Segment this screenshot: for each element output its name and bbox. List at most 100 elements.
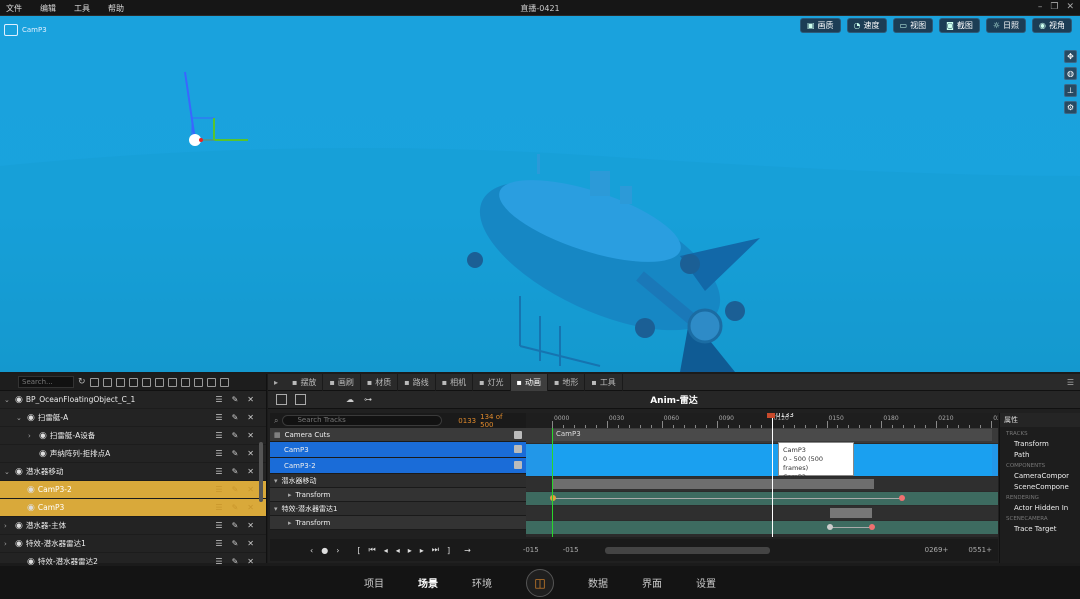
tab-1[interactable]: ▪ 画刷 — [323, 373, 361, 391]
screenshot-button[interactable]: ◙ 截图 — [939, 18, 980, 33]
step-forward-icon[interactable]: ▸ — [420, 546, 424, 555]
visibility-icon[interactable]: ◉ — [15, 467, 23, 477]
collapse-icon[interactable]: ▾ — [274, 505, 278, 513]
toolbar-icon[interactable] — [89, 377, 99, 387]
list-icon[interactable]: ☰ — [215, 521, 222, 530]
axis-icon[interactable]: ⊥ — [1064, 84, 1077, 97]
radar-section[interactable] — [830, 508, 872, 518]
outliner-search-input[interactable]: Search... — [18, 376, 74, 388]
expand-icon[interactable]: ⌄ — [16, 414, 24, 422]
outliner-scrollbar[interactable] — [259, 442, 263, 502]
nav-data[interactable]: 数据 — [588, 575, 608, 590]
visibility-icon[interactable]: ◉ — [15, 395, 23, 405]
menu-icon[interactable]: ☰ — [1067, 378, 1074, 387]
move-icon[interactable]: ✥ — [1064, 50, 1077, 63]
tab-4[interactable]: ▪ 相机 — [436, 373, 474, 391]
toolbar-icon[interactable] — [102, 377, 112, 387]
edit-icon[interactable]: ✎ — [232, 521, 239, 530]
outliner-row[interactable]: ◉ CamP3 ☰ ✎ ✕ — [0, 499, 266, 517]
properties-item[interactable]: Trace Target — [1000, 522, 1080, 533]
toolbar-icon[interactable] — [219, 377, 229, 387]
perspective-button[interactable]: ◉ 视角 — [1032, 18, 1072, 33]
minimize-icon[interactable]: – — [1038, 2, 1043, 12]
expand-icon[interactable]: ▸ — [288, 519, 292, 527]
toolbar-icon[interactable] — [141, 377, 151, 387]
nav-project[interactable]: 项目 — [364, 575, 384, 590]
time-ruler[interactable]: 000000300060009001200150018002100240 — [526, 413, 998, 428]
delete-icon[interactable]: ✕ — [247, 413, 254, 422]
next-icon[interactable]: › — [336, 546, 339, 555]
restore-icon[interactable]: ❐ — [1050, 2, 1058, 12]
list-icon[interactable]: ☰ — [215, 503, 222, 512]
expand-icon[interactable]: ▸ — [288, 491, 292, 499]
range-scrubber[interactable] — [605, 547, 770, 554]
nav-environment[interactable]: 环境 — [472, 575, 492, 590]
list-icon[interactable]: ☰ — [215, 395, 222, 404]
toolbar-icon[interactable] — [115, 377, 125, 387]
delete-icon[interactable]: ✕ — [247, 485, 254, 494]
sunlight-button[interactable]: ☼ 日照 — [985, 18, 1027, 33]
outliner-row[interactable]: › ◉ 扫雷艇-A设备 ☰ ✎ ✕ — [0, 427, 266, 445]
prev-icon[interactable]: ‹ — [310, 546, 313, 555]
list-icon[interactable]: ☰ — [215, 485, 222, 494]
outliner-row[interactable]: ⌄ ◉ BP_OceanFloatingObject_C_1 ☰ ✎ ✕ — [0, 391, 266, 409]
list-icon[interactable]: ☰ — [215, 467, 222, 476]
edit-icon[interactable]: ✎ — [232, 467, 239, 476]
expand-icon[interactable]: ⌄ — [4, 468, 12, 476]
outliner-row[interactable]: ⌄ ◉ 潜水器移动 ☰ ✎ ✕ — [0, 463, 266, 481]
visibility-icon[interactable]: ◉ — [27, 557, 35, 567]
playhead-handle[interactable] — [767, 413, 775, 418]
track-row[interactable]: CamP3 — [270, 442, 526, 458]
visibility-icon[interactable]: ◉ — [15, 521, 23, 531]
bracket-icon[interactable]: ] — [447, 546, 450, 555]
expand-icon[interactable]: › — [28, 432, 36, 440]
tab-2[interactable]: ▪ 材质 — [361, 373, 399, 391]
3d-viewport[interactable]: CamP3 ▣ 画质 ◔ 速度 ▭ 视图 ◙ 截图 ☼ 日照 ◉ 视角 ✥ ◍ ⊥ ⚙ — [0, 16, 1080, 372]
nav-settings[interactable]: 设置 — [696, 575, 716, 590]
playhead[interactable] — [772, 413, 773, 537]
toolbar-icon[interactable] — [167, 377, 177, 387]
nav-scene[interactable]: 场景 — [418, 575, 438, 590]
visibility-icon[interactable]: ◉ — [39, 449, 47, 459]
outliner-row[interactable]: ◉ CamP3-2 ☰ ✎ ✕ — [0, 481, 266, 499]
logo-icon[interactable]: ◫ — [526, 568, 554, 597]
step-back-icon[interactable]: ◂ — [384, 546, 388, 555]
list-icon[interactable]: ☰ — [215, 413, 222, 422]
track-options-icon[interactable] — [514, 431, 522, 439]
properties-item[interactable]: Actor Hidden In — [1000, 501, 1080, 512]
delete-icon[interactable]: ✕ — [247, 467, 254, 476]
toolbar-icon[interactable] — [180, 377, 190, 387]
toolbar-icon[interactable] — [128, 377, 138, 387]
arrow-right-icon[interactable]: → — [464, 546, 471, 555]
delete-icon[interactable]: ✕ — [247, 449, 254, 458]
edit-icon[interactable]: ✎ — [232, 395, 239, 404]
expand-icon[interactable]: › — [4, 522, 12, 530]
toolbar-icon[interactable] — [193, 377, 203, 387]
edit-icon[interactable]: ✎ — [232, 557, 239, 566]
play-icon[interactable]: ▸ — [408, 546, 412, 555]
timeline[interactable]: 000000300060009001200150018002100240 Cam… — [526, 413, 998, 537]
bracket-icon[interactable]: [ — [357, 546, 360, 555]
go-end-icon[interactable]: ⏭ — [432, 545, 439, 555]
track-row[interactable]: ▦ Camera Cuts — [270, 428, 526, 442]
tab-7[interactable]: ▪ 地形 — [548, 373, 586, 391]
nav-interface[interactable]: 界面 — [642, 575, 662, 590]
outliner-row[interactable]: ⌄ ◉ 扫雷艇-A ☰ ✎ ✕ — [0, 409, 266, 427]
delete-icon[interactable]: ✕ — [247, 557, 254, 566]
refresh-icon[interactable]: ↻ — [78, 377, 86, 387]
list-icon[interactable]: ☰ — [215, 431, 222, 440]
outliner-row[interactable]: › ◉ 特效-潜水器雷达1 ☰ ✎ ✕ — [0, 535, 266, 553]
settings-icon[interactable]: ⚙ — [1064, 101, 1077, 114]
view-button[interactable]: ▭ 视图 — [892, 18, 934, 33]
track-row[interactable]: ▾ 潜水器移动 — [270, 474, 526, 488]
properties-item[interactable]: CameraCompor — [1000, 469, 1080, 480]
edit-icon[interactable]: ✎ — [232, 503, 239, 512]
list-icon[interactable]: ☰ — [215, 449, 222, 458]
expand-icon[interactable]: › — [4, 540, 12, 548]
delete-icon[interactable]: ✕ — [247, 521, 254, 530]
outliner-row[interactable]: › ◉ 潜水器-主体 ☰ ✎ ✕ — [0, 517, 266, 535]
visibility-icon[interactable]: ◉ — [15, 539, 23, 549]
visibility-icon[interactable]: ◉ — [39, 431, 47, 441]
edit-icon[interactable]: ✎ — [232, 539, 239, 548]
play-reverse-icon[interactable]: ◂ — [396, 546, 400, 555]
